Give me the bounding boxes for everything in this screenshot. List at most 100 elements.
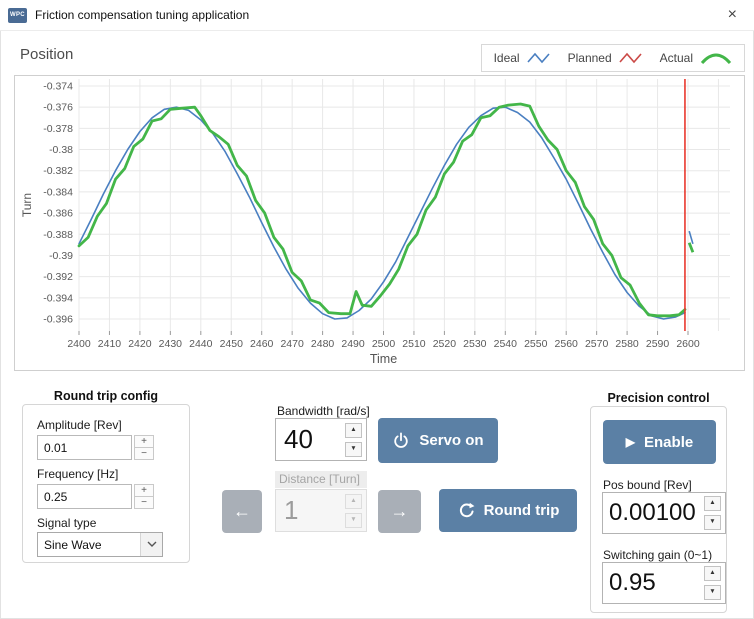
x-tick-label: 2490 <box>341 338 365 350</box>
distance-spinner: ▲ ▼ <box>345 494 362 528</box>
frequency-increment-button[interactable]: + <box>134 484 154 496</box>
round-trip-config-group: Amplitude [Rev] + − Frequency [Hz] + − S… <box>22 404 190 563</box>
titlebar: WPC Friction compensation tuning applica… <box>0 0 754 31</box>
legend-item-planned: Planned <box>568 51 645 65</box>
chevron-down-icon <box>140 533 162 556</box>
right-arrow-icon: → <box>391 501 409 522</box>
legend-item-actual: Actual <box>660 51 732 65</box>
round-trip-label: Round trip <box>484 502 560 519</box>
x-tick-label: 2530 <box>463 338 487 350</box>
ideal-line-icon <box>527 51 553 65</box>
distance-decrement-button: ▼ <box>345 513 362 528</box>
app-icon: WPC <box>8 8 27 23</box>
switching-gain-input[interactable] <box>603 569 702 597</box>
legend-item-ideal: Ideal <box>494 51 553 65</box>
position-chart-canvas: -0.374 -0.376 -0.378 -0.38 -0.382 -0.384 -0.38… <box>15 76 744 370</box>
round-trip-config-title: Round trip config <box>22 389 190 403</box>
x-tick-label: 2580 <box>615 338 639 350</box>
bandwidth-decrement-button[interactable]: ▼ <box>345 442 362 457</box>
jog-left-button[interactable]: ← <box>222 490 262 533</box>
enable-button[interactable]: ▶ Enable <box>603 420 716 464</box>
switching-gain-field: ▲ ▼ <box>602 562 726 604</box>
frequency-decrement-button[interactable]: − <box>134 496 154 509</box>
bandwidth-input[interactable] <box>276 424 343 455</box>
x-tick-label: 2480 <box>311 338 335 350</box>
x-tick-label: 2560 <box>555 338 579 350</box>
frequency-input[interactable] <box>37 484 132 509</box>
power-icon <box>392 432 410 450</box>
x-tick-label: 2600 <box>676 338 700 350</box>
x-tick-label: 2540 <box>494 338 518 350</box>
x-tick-label: 2450 <box>220 338 244 350</box>
pos-bound-decrement-button[interactable]: ▼ <box>704 515 721 530</box>
amplitude-decrement-button[interactable]: − <box>134 447 154 460</box>
amplitude-label: Amplitude [Rev] <box>37 418 122 432</box>
amplitude-input[interactable] <box>37 435 132 460</box>
precision-config-group: ▶ Enable Pos bound [Rev] ▲ ▼ Switching g… <box>590 406 727 613</box>
jog-right-button[interactable]: → <box>378 490 421 533</box>
legend-label-planned: Planned <box>568 51 612 65</box>
x-tick-label: 2590 <box>646 338 670 350</box>
x-tick-label: 2400 <box>67 338 91 350</box>
signal-type-select[interactable]: Sine Wave <box>37 532 163 557</box>
refresh-icon <box>457 502 475 520</box>
x-tick-label: 2430 <box>159 338 183 350</box>
y-tick-label: -0.396 <box>43 314 73 326</box>
switching-gain-increment-button[interactable]: ▲ <box>704 566 721 581</box>
y-tick-label: -0.38 <box>49 144 73 156</box>
pos-bound-field: ▲ ▼ <box>602 492 726 534</box>
frequency-label: Frequency [Hz] <box>37 467 118 481</box>
y-tick-label: -0.388 <box>43 229 73 241</box>
bandwidth-spinner: ▲ ▼ <box>345 423 362 457</box>
y-tick-label: -0.376 <box>43 102 73 114</box>
x-tick-label: 2520 <box>433 338 457 350</box>
distance-label: Distance [Turn] <box>275 471 367 488</box>
wrap-fragment-line <box>689 231 693 244</box>
distance-increment-button: ▲ <box>345 494 362 509</box>
servo-on-button[interactable]: Servo on <box>378 418 498 463</box>
amplitude-spinner: + − <box>134 435 154 460</box>
round-trip-button[interactable]: Round trip <box>439 489 577 532</box>
y-tick-label: -0.386 <box>43 208 73 220</box>
x-tick-label: 2460 <box>250 338 274 350</box>
page-title: Position <box>20 46 73 63</box>
pos-bound-spinner: ▲ ▼ <box>704 496 721 530</box>
bandwidth-label: Bandwidth [rad/s] <box>277 404 370 418</box>
enable-label: Enable <box>644 434 693 451</box>
servo-on-label: Servo on <box>419 432 483 449</box>
signal-type-value: Sine Wave <box>38 538 140 552</box>
wrap-fragment-line <box>689 243 693 253</box>
x-tick-label: 2510 <box>402 338 426 350</box>
bandwidth-field: ▲ ▼ <box>275 418 367 461</box>
signal-type-label: Signal type <box>37 516 96 530</box>
switching-gain-spinner: ▲ ▼ <box>704 566 721 600</box>
y-tick-label: -0.394 <box>43 292 73 304</box>
y-axis-title: Turn <box>20 193 34 217</box>
close-button[interactable]: × <box>719 7 746 23</box>
x-tick-label: 2440 <box>189 338 213 350</box>
bandwidth-increment-button[interactable]: ▲ <box>345 423 362 438</box>
switching-gain-decrement-button[interactable]: ▼ <box>704 585 721 600</box>
switching-gain-label: Switching gain (0~1) <box>603 548 712 562</box>
distance-field: ▲ ▼ <box>275 489 367 532</box>
left-arrow-icon: ← <box>233 501 251 522</box>
frequency-spinner: + − <box>134 484 154 509</box>
y-tick-label: -0.378 <box>43 123 73 135</box>
pos-bound-label: Pos bound [Rev] <box>603 478 692 492</box>
window-title: Friction compensation tuning application <box>35 8 249 22</box>
actual-line-icon <box>700 51 732 65</box>
legend-label-actual: Actual <box>660 51 693 65</box>
y-tick-label: -0.392 <box>43 271 73 283</box>
y-tick-label: -0.384 <box>43 186 73 198</box>
play-icon: ▶ <box>626 435 635 449</box>
pos-bound-input[interactable] <box>603 499 702 527</box>
y-tick-label: -0.39 <box>49 250 73 262</box>
legend-label-ideal: Ideal <box>494 51 520 65</box>
distance-input <box>276 495 343 526</box>
chart-legend: Ideal Planned Actual <box>481 44 745 72</box>
y-tick-label: -0.382 <box>43 165 73 177</box>
x-axis-title: Time <box>370 352 397 366</box>
pos-bound-increment-button[interactable]: ▲ <box>704 496 721 511</box>
y-tick-label: -0.374 <box>43 81 73 93</box>
amplitude-increment-button[interactable]: + <box>134 435 154 447</box>
